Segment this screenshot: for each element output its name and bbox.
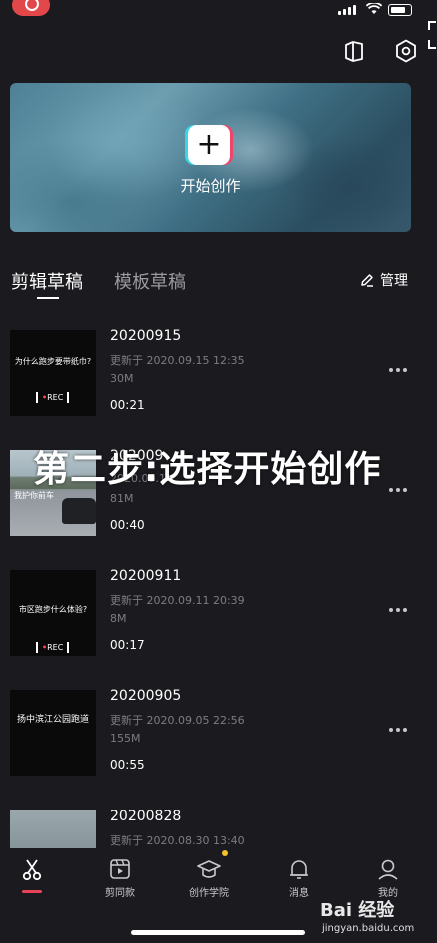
draft-title: 20200905	[110, 688, 182, 704]
draft-duration: 00:55	[110, 758, 145, 772]
cellular-signal-icon	[338, 5, 356, 15]
tutorial-caption: 第二步:选择开始创作	[33, 449, 382, 490]
draft-size: 155M	[110, 732, 141, 745]
draft-updated: 更新于 2020.08.30 13:40	[110, 834, 245, 847]
active-nav-indicator	[22, 890, 42, 893]
draft-size: 81M	[110, 492, 134, 505]
plus-icon[interactable]: +	[188, 125, 230, 165]
status-bar	[0, 0, 437, 22]
draft-updated: 更新于 2020.09.11 20:39	[110, 594, 245, 607]
draft-title: 20200828	[110, 810, 182, 824]
draft-size: 30M	[110, 372, 134, 385]
draft-item[interactable]: 市区跑步什么体验? •REC 20200911 更新于 2020.09.11 2…	[0, 568, 437, 656]
more-options-icon[interactable]	[389, 728, 407, 732]
start-creating-label: 开始创作	[180, 177, 241, 195]
draft-item[interactable]: 扬中滨江公园跑道 20200905 更新于 2020.09.05 22:56 1…	[0, 688, 437, 776]
watermark-logo-text: Bai 经验	[320, 900, 395, 921]
nav-messages[interactable]: 消息	[264, 856, 334, 899]
manage-button[interactable]: 管理	[360, 270, 408, 290]
draft-size: 8M	[110, 612, 127, 625]
edit-pencil-icon	[361, 274, 373, 287]
academy-notification-dot	[222, 850, 228, 856]
draft-duration: 00:40	[110, 518, 145, 532]
rec-tag: •REC	[36, 642, 70, 653]
draft-duration: 00:21	[110, 398, 145, 412]
wifi-icon	[366, 3, 382, 14]
tab-edit-drafts[interactable]: 剪辑草稿	[11, 268, 83, 294]
draft-duration: 00:17	[110, 638, 145, 652]
nav-edit[interactable]	[0, 856, 67, 884]
start-creating-banner[interactable]: + 开始创作	[10, 83, 411, 232]
thumbnail-text: 为什么跑步要带纸巾?	[14, 357, 92, 366]
home-indicator[interactable]	[131, 930, 305, 935]
rec-tag: •REC	[36, 392, 70, 403]
draft-thumbnail: 为什么跑步要带纸巾? •REC	[10, 330, 96, 416]
draft-updated: 更新于 2020.09.15 12:35	[110, 354, 245, 367]
more-options-icon[interactable]	[389, 608, 407, 612]
draft-thumbnail	[10, 810, 96, 848]
tutorial-book-icon[interactable]	[341, 38, 367, 64]
screen-recording-indicator[interactable]	[12, 0, 50, 16]
thumbnail-text: 扬中滨江公园跑道	[16, 715, 89, 725]
manage-label: 管理	[380, 273, 408, 289]
graduation-cap-icon	[197, 860, 221, 878]
watermark-url: jingyan.baidu.com	[322, 923, 415, 934]
draft-item[interactable]: 20200828 更新于 2020.08.30 13:40	[0, 810, 437, 848]
user-profile-icon	[378, 859, 398, 880]
draft-item[interactable]: 为什么跑步要带纸巾? •REC 20200915 更新于 2020.09.15 …	[0, 328, 437, 416]
more-options-icon[interactable]	[389, 488, 407, 492]
thumbnail-text: 市区跑步什么体验?	[18, 605, 88, 614]
corner-bracket-icon	[428, 21, 436, 49]
template-video-icon	[110, 859, 130, 879]
draft-thumbnail: 市区跑步什么体验? •REC	[10, 570, 96, 656]
baidu-jingyan-watermark: Bai 经验 jingyan.baidu.com	[316, 896, 434, 940]
active-tab-indicator	[37, 297, 59, 299]
draft-title: 20200911	[110, 568, 182, 584]
more-options-icon[interactable]	[389, 368, 407, 372]
settings-gear-icon[interactable]	[393, 38, 419, 64]
draft-tabs: 剪辑草稿 模板草稿 管理	[0, 268, 437, 300]
tab-template-drafts[interactable]: 模板草稿	[114, 268, 186, 294]
bell-icon	[290, 860, 308, 879]
battery-icon	[388, 4, 412, 16]
draft-updated: 更新于 2020.09.05 22:56	[110, 714, 245, 727]
draft-title: 20200915	[110, 328, 182, 344]
car-image	[62, 498, 96, 524]
nav-academy[interactable]: 创作学院	[174, 856, 244, 899]
nav-me[interactable]: 我的	[353, 856, 423, 899]
scissors-icon	[22, 859, 42, 881]
draft-thumbnail: 扬中滨江公园跑道	[10, 690, 96, 776]
nav-jiantong[interactable]: 剪同款	[85, 856, 155, 899]
